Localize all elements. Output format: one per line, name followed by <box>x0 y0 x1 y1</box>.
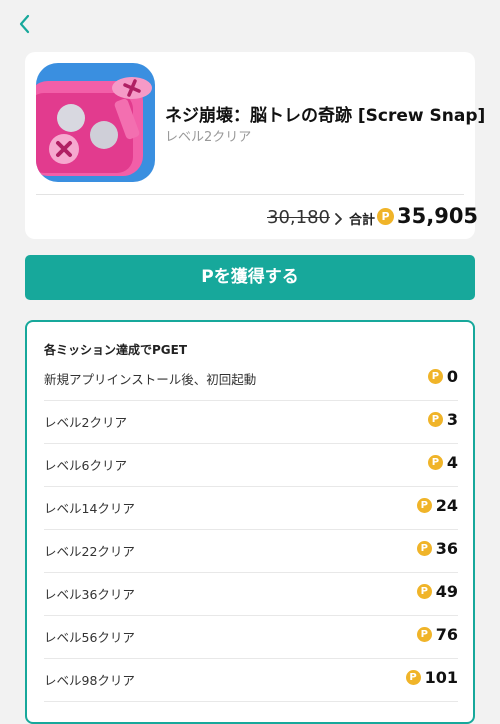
list-item: レベル36クリア P 49 <box>44 572 458 616</box>
mission-reward: P4 <box>427 453 458 472</box>
mission-label: レベル6クリア <box>44 458 127 473</box>
mission-points: 4 <box>446 453 458 472</box>
mission-reward: P 49 <box>416 582 458 601</box>
mission-points: 36 <box>435 539 458 558</box>
mission-points: 0 <box>446 367 458 386</box>
list-item: レベル2クリア P3 <box>44 400 458 444</box>
point-coin-icon: P <box>427 455 443 470</box>
mission-reward: P 101 <box>405 668 458 687</box>
mission-label: レベル56クリア <box>44 630 135 645</box>
point-coin-icon: P <box>416 541 432 556</box>
list-item: レベル14クリア P 24 <box>44 486 458 530</box>
chevron-left-icon <box>19 14 30 34</box>
mission-reward: P 24 <box>416 496 458 515</box>
list-item: 新規アプリインストール後、初回起動 P0 <box>44 357 458 401</box>
mission-reward: P 76 <box>416 625 458 644</box>
list-item: レベル22クリア P 36 <box>44 529 458 573</box>
old-points: 30,180 <box>267 207 330 228</box>
mission-points: 49 <box>435 582 458 601</box>
mission-points: 24 <box>435 496 458 515</box>
total-points: 35,905 <box>397 204 479 228</box>
mission-points: 3 <box>446 410 458 429</box>
mission-label: レベル14クリア <box>44 501 135 516</box>
list-item: レベル98クリア P 101 <box>44 658 458 702</box>
app-card: ネジ崩壊：脳トレの奇跡 [Screw Snap] レベル2クリア 30,180 … <box>25 52 485 239</box>
app-title: ネジ崩壊：脳トレの奇跡 [Screw Snap] <box>165 106 486 126</box>
point-coin-icon: P <box>427 369 443 384</box>
mission-reward: P0 <box>427 367 458 386</box>
mission-reward: P3 <box>427 410 458 429</box>
mission-points: 101 <box>424 668 458 687</box>
mission-label: 新規アプリインストール後、初回起動 <box>44 372 257 387</box>
back-button[interactable] <box>14 10 36 38</box>
app-icon[interactable] <box>36 63 155 182</box>
get-points-button[interactable]: Pを獲得する <box>25 255 475 300</box>
app-status: レベル2クリア <box>165 130 252 145</box>
mission-label: レベル2クリア <box>44 415 127 430</box>
missions-panel: 各ミッション達成でPGET 新規アプリインストール後、初回起動 P0 レベル2ク… <box>25 320 475 724</box>
mission-label: レベル98クリア <box>44 673 135 688</box>
divider <box>36 194 464 195</box>
mission-points: 76 <box>435 625 458 644</box>
mission-label: レベル22クリア <box>44 544 135 559</box>
list-item: レベル56クリア P 76 <box>44 615 458 659</box>
mission-reward: P 36 <box>416 539 458 558</box>
point-coin-icon: P <box>427 412 443 427</box>
point-coin-icon: P <box>405 670 421 685</box>
list-item: レベル6クリア P4 <box>44 443 458 487</box>
point-coin-icon: P <box>377 208 394 225</box>
mission-label: レベル36クリア <box>44 587 135 602</box>
point-coin-icon: P <box>416 627 432 642</box>
chevron-right-icon <box>335 213 342 225</box>
total-label: 合計 <box>349 213 376 228</box>
point-coin-icon: P <box>416 498 432 513</box>
point-coin-icon: P <box>416 584 432 599</box>
missions-title: 各ミッション達成でPGET <box>44 343 188 357</box>
